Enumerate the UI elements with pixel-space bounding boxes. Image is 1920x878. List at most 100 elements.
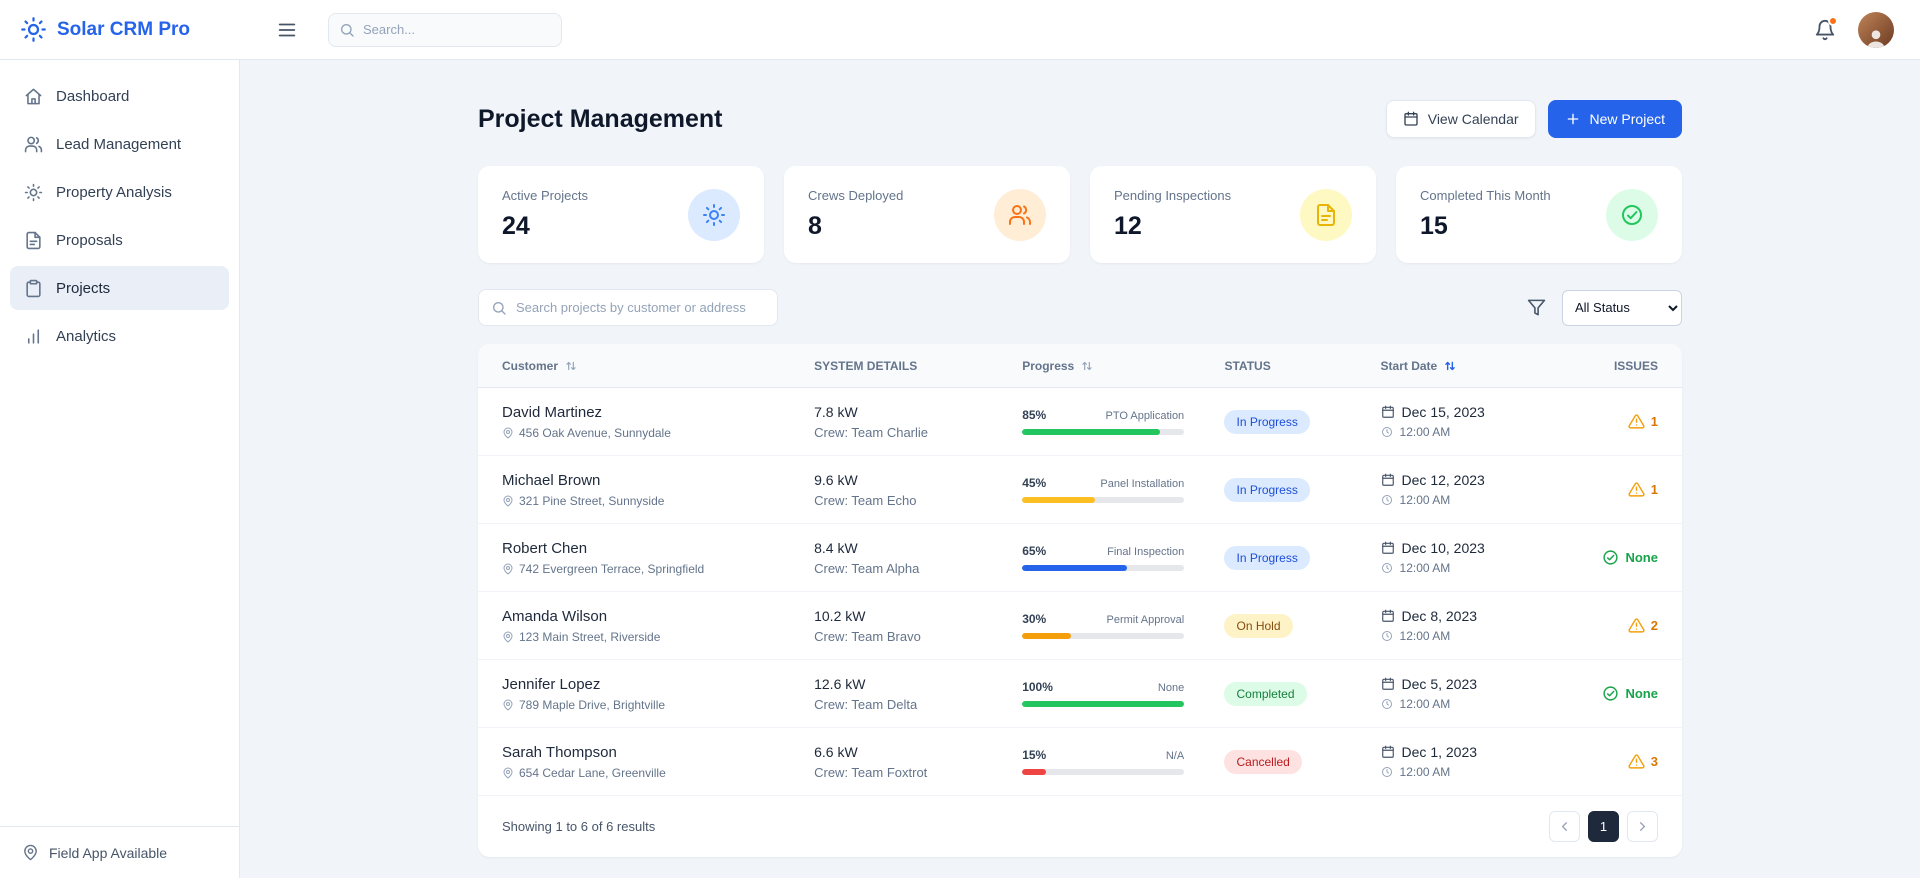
issues-count: 1: [1650, 414, 1658, 429]
customer-address: 789 Maple Drive, Brightville: [502, 698, 814, 712]
stat-value: 8: [808, 212, 822, 240]
clock-icon: [1381, 630, 1393, 642]
check-circle-icon: [1602, 685, 1619, 702]
notification-dot: [1828, 15, 1838, 26]
user-avatar[interactable]: [1858, 11, 1894, 48]
start-date: Dec 10, 2023: [1401, 540, 1485, 556]
topbar-main: [240, 11, 1920, 48]
sidebar-footer-field-app[interactable]: Field App Available: [0, 826, 239, 878]
progress-bar-track: [1022, 565, 1185, 571]
progress-cell: 65% Final Inspection: [1022, 544, 1224, 571]
start-time: 12:00 AM: [1399, 765, 1451, 779]
clipboard-icon: [24, 279, 43, 298]
map-pin-icon: [502, 495, 514, 507]
column-header-label: SYSTEM DETAILS: [814, 358, 918, 373]
table-row[interactable]: Sarah Thompson 654 Cedar Lane, Greenvill…: [478, 728, 1682, 796]
start-time: 12:00 AM: [1399, 425, 1451, 439]
column-header-label: Start Date: [1380, 358, 1438, 373]
sidebar-item-analytics[interactable]: Analytics: [10, 314, 229, 358]
table-row[interactable]: Jennifer Lopez 789 Maple Drive, Brightvi…: [478, 660, 1682, 728]
filter-button[interactable]: [1527, 298, 1546, 317]
filter-controls: All Status: [1527, 289, 1682, 326]
status-badge: Completed: [1224, 681, 1307, 706]
next-page-button[interactable]: [1627, 811, 1658, 842]
new-project-button[interactable]: New Project: [1547, 100, 1682, 138]
progress-bar-fill: [1022, 769, 1047, 775]
bar-chart-icon: [24, 327, 43, 346]
calendar-icon: [1381, 677, 1395, 691]
customer-address: 321 Pine Street, Sunnyside: [502, 494, 814, 508]
customer-cell: Robert Chen 742 Evergreen Terrace, Sprin…: [502, 540, 814, 576]
view-calendar-button[interactable]: View Calendar: [1385, 100, 1536, 138]
table-row[interactable]: Michael Brown 321 Pine Street, Sunnyside…: [478, 456, 1682, 524]
plus-icon: [1565, 111, 1581, 127]
app-root: Solar CRM Pro Search... Dashboard Lead M…: [0, 0, 1920, 878]
map-pin-icon: [502, 631, 514, 643]
progress-percent: 85%: [1022, 408, 1047, 422]
start-date: Dec 15, 2023: [1401, 404, 1485, 420]
start-time: 12:00 AM: [1399, 561, 1451, 575]
sidebar-nav: Dashboard Lead Management Property Analy…: [0, 60, 239, 826]
home-icon: [24, 87, 43, 106]
progress-percent: 100%: [1022, 680, 1053, 694]
status-filter-select[interactable]: All Status: [1562, 289, 1682, 326]
column-header-customer[interactable]: Customer: [502, 359, 814, 373]
crew: Crew: Team Foxtrot: [814, 764, 928, 780]
page-title: Project Management: [478, 104, 723, 133]
calendar-icon: [1381, 541, 1395, 555]
menu-button[interactable]: [276, 19, 298, 41]
column-header-progress[interactable]: Progress: [1022, 359, 1224, 373]
global-search: [328, 12, 562, 47]
start-date-cell: Dec 5, 2023 12:00 AM: [1381, 676, 1578, 711]
stats-row: Active Projects 24 Crews Deployed 8 Pend…: [478, 166, 1682, 263]
sidebar-item-proposals[interactable]: Proposals: [10, 218, 229, 262]
prev-page-button[interactable]: [1549, 811, 1580, 842]
customer-address: 456 Oak Avenue, Sunnydale: [502, 426, 814, 440]
notifications-button[interactable]: [1814, 15, 1838, 41]
progress-percent: 30%: [1022, 612, 1047, 626]
clock-icon: [1381, 426, 1393, 438]
address-text: 654 Cedar Lane, Greenville: [519, 765, 666, 780]
status-badge: In Progress: [1224, 545, 1310, 570]
clock-icon: [1381, 494, 1393, 506]
column-header-start-date[interactable]: Start Date: [1381, 359, 1578, 373]
search-icon: [491, 300, 507, 316]
progress-bar-track: [1022, 769, 1185, 775]
sidebar-item-property-analysis[interactable]: Property Analysis: [10, 170, 229, 214]
map-pin-icon: [502, 563, 514, 575]
address-text: 742 Evergreen Terrace, Springfield: [519, 561, 705, 576]
customer-cell: Michael Brown 321 Pine Street, Sunnyside: [502, 472, 814, 508]
progress-milestone: Panel Installation: [1100, 478, 1185, 490]
sidebar-item-dashboard[interactable]: Dashboard: [10, 74, 229, 118]
table-row[interactable]: Robert Chen 742 Evergreen Terrace, Sprin…: [478, 524, 1682, 592]
project-search-input[interactable]: [516, 300, 765, 315]
progress-bar-fill: [1022, 701, 1185, 707]
table-row[interactable]: Amanda Wilson 123 Main Street, Riverside…: [478, 592, 1682, 660]
sun-icon: [24, 183, 43, 202]
progress-percent: 65%: [1022, 544, 1047, 558]
sidebar-item-lead-management[interactable]: Lead Management: [10, 122, 229, 166]
customer-name: Jennifer Lopez: [502, 675, 601, 693]
sidebar-item-projects[interactable]: Projects: [10, 266, 229, 310]
progress-milestone: Permit Approval: [1106, 614, 1185, 626]
table-row[interactable]: David Martinez 456 Oak Avenue, Sunnydale…: [478, 388, 1682, 456]
clock-icon: [1381, 562, 1393, 574]
sidebar: Dashboard Lead Management Property Analy…: [0, 60, 240, 878]
crew: Crew: Team Delta: [814, 696, 918, 712]
global-search-input[interactable]: [363, 22, 551, 37]
page-button-1[interactable]: 1: [1588, 811, 1619, 842]
results-summary: Showing 1 to 6 of 6 results: [502, 819, 656, 834]
chevron-left-icon: [1557, 819, 1572, 834]
stat-value: 24: [502, 212, 530, 240]
system-size: 6.6 kW: [814, 743, 858, 760]
search-icon: [339, 22, 355, 38]
system-cell: 12.6 kW Crew: Team Delta: [814, 676, 1022, 712]
progress-bar-track: [1022, 701, 1185, 707]
customer-address: 123 Main Street, Riverside: [502, 630, 814, 644]
table-header-row: Customer SYSTEM DETAILS Progress STATUS …: [478, 344, 1682, 388]
sort-icon: [564, 359, 578, 373]
calendar-icon: [1381, 609, 1395, 623]
column-header-label: STATUS: [1224, 358, 1271, 373]
stat-label: Pending Inspections: [1114, 188, 1232, 203]
issues-cell: None: [1577, 549, 1658, 566]
